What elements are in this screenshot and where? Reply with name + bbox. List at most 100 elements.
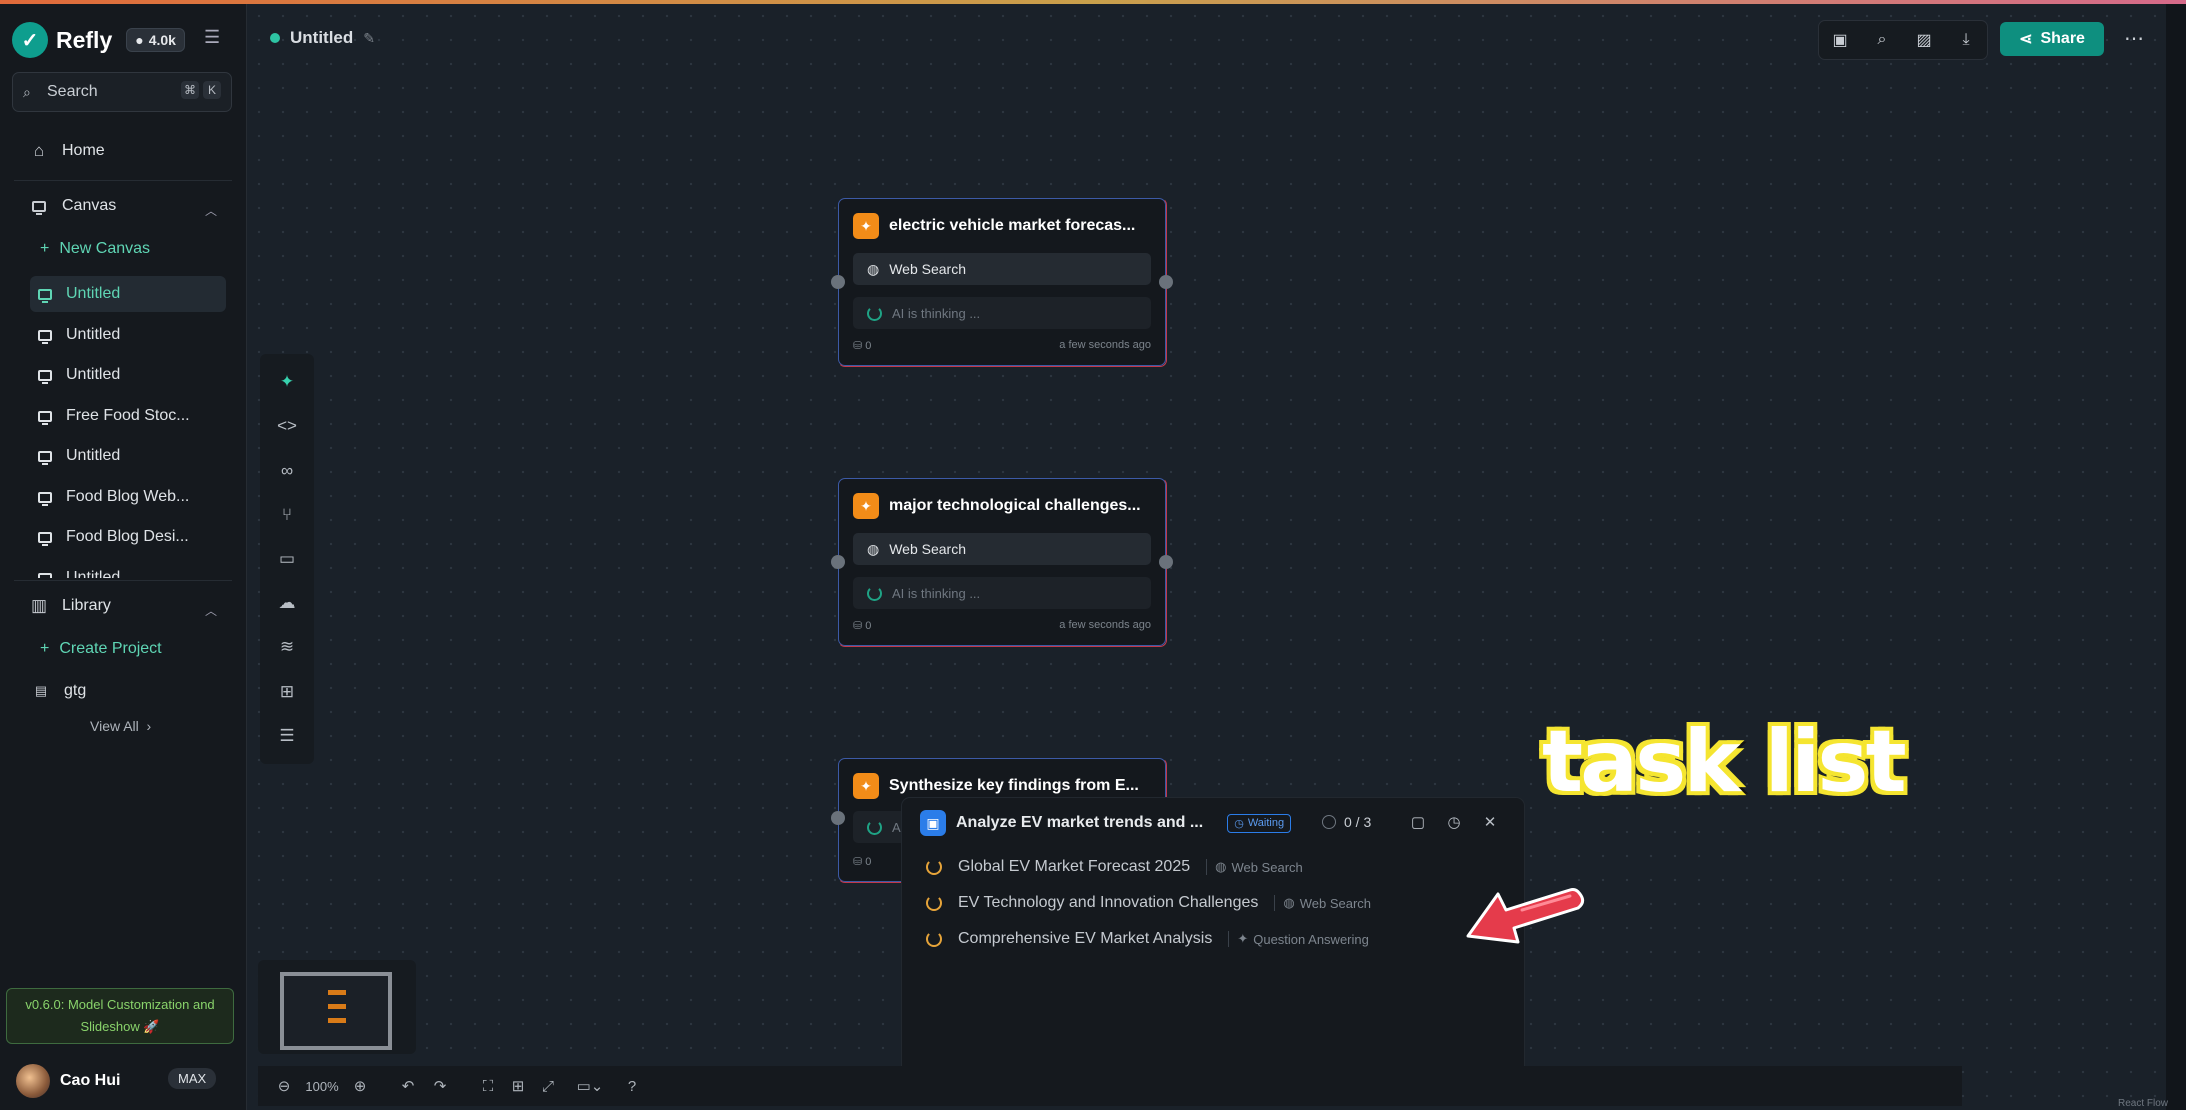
github-stars-badge[interactable]: ● 4.0k bbox=[126, 28, 185, 52]
home-icon: ⌂ bbox=[33, 141, 45, 160]
canvas-item-label: Untitled bbox=[66, 569, 121, 578]
comment-icon[interactable]: ▢ bbox=[1408, 812, 1428, 832]
link-icon[interactable]: ∞ bbox=[275, 459, 299, 483]
node-title: Synthesize key findings from E... bbox=[889, 777, 1139, 794]
canvas-list-item[interactable]: Untitled bbox=[30, 276, 226, 312]
divider bbox=[14, 580, 232, 581]
minimap-viewport[interactable] bbox=[280, 972, 392, 1050]
branch-icon[interactable]: ⑂ bbox=[275, 503, 299, 527]
bot-icon: ▣ bbox=[920, 810, 946, 836]
layout-icon[interactable]: ⊞ bbox=[506, 1074, 530, 1098]
redo-icon[interactable]: ↷ bbox=[428, 1074, 452, 1098]
canvas-list-clip: Untitled bbox=[30, 560, 226, 578]
more-options-icon[interactable]: ⋯ bbox=[2124, 26, 2144, 51]
task-tool: ◍ Web Search bbox=[1206, 859, 1303, 875]
ai-sparkle-icon[interactable]: ✦ bbox=[275, 370, 299, 394]
skill-node-icon: ✦ bbox=[853, 213, 879, 239]
task-list-item[interactable]: Global EV Market Forecast 2025 ◍ Web Sea… bbox=[926, 858, 1303, 876]
skill-node[interactable]: ✦ major technological challenges... ◍ We… bbox=[831, 477, 1173, 647]
project-list-item[interactable]: ▤ gtg bbox=[34, 680, 86, 702]
refly-logo-icon: ✓ bbox=[12, 22, 48, 58]
image-icon[interactable]: ▨ bbox=[1912, 28, 1936, 52]
canvas-list-item[interactable]: Untitled bbox=[30, 438, 226, 474]
status-badge: ◷ Waiting bbox=[1227, 813, 1292, 833]
node-tool-tag: ◍ Web Search bbox=[853, 533, 1151, 565]
share-label: Share bbox=[2040, 30, 2085, 47]
task-tool-label: Web Search bbox=[1231, 859, 1303, 875]
node-handle-left[interactable] bbox=[831, 555, 845, 569]
expand-icon[interactable]: ⤢ bbox=[536, 1074, 560, 1098]
file-add-icon[interactable]: ⊞ bbox=[275, 680, 299, 704]
fit-view-icon[interactable]: ⛶ bbox=[476, 1074, 500, 1098]
sidebar-section-canvas[interactable]: Canvas bbox=[28, 195, 116, 217]
task-list-item[interactable]: Comprehensive EV Market Analysis ✦ Quest… bbox=[926, 930, 1369, 948]
canvas-icon bbox=[28, 195, 50, 217]
loading-spinner-icon bbox=[867, 585, 882, 601]
node-handle-right[interactable] bbox=[1159, 275, 1173, 289]
task-list-item[interactable]: EV Technology and Innovation Challenges … bbox=[926, 894, 1371, 912]
skill-node[interactable]: ✦ electric vehicle market forecas... ◍ W… bbox=[831, 197, 1173, 367]
version-notice[interactable]: v0.6.0: Model Customization and Slidesho… bbox=[6, 988, 234, 1044]
canvas-list-item[interactable]: Free Food Stoc... bbox=[30, 398, 226, 434]
minimap[interactable] bbox=[258, 960, 416, 1054]
canvas-list-item[interactable]: Untitled bbox=[30, 560, 226, 578]
user-name: Cao Hui bbox=[60, 1072, 121, 1089]
undo-icon[interactable]: ↶ bbox=[396, 1074, 420, 1098]
node-handle-left[interactable] bbox=[831, 811, 845, 825]
share-button[interactable]: ⋖ Share bbox=[2000, 22, 2104, 56]
canvas-item-label: Free Food Stoc... bbox=[66, 407, 190, 424]
skill-node-icon: ✦ bbox=[853, 773, 879, 799]
collapse-sidebar-icon[interactable]: ☰ bbox=[204, 28, 222, 46]
sidebar-item-home[interactable]: ⌂ Home bbox=[28, 140, 105, 162]
zoom-in-icon[interactable]: ⊕ bbox=[348, 1074, 372, 1098]
canvas-list-item[interactable]: Food Blog Desi... bbox=[30, 519, 226, 555]
code-icon[interactable]: <> bbox=[275, 414, 299, 438]
presentation-icon[interactable]: ▣ bbox=[1828, 28, 1852, 52]
search-input[interactable]: ⌕ Search ⌘ K bbox=[12, 72, 232, 112]
edit-title-icon[interactable]: ✎ bbox=[363, 30, 375, 47]
user-profile[interactable]: Cao Hui bbox=[16, 1064, 120, 1098]
chevron-up-icon[interactable]: ︿ bbox=[205, 602, 217, 618]
plus-icon: + bbox=[40, 640, 50, 657]
task-tool: ✦ Question Answering bbox=[1228, 931, 1369, 947]
brand[interactable]: ✓ Refly ● 4.0k bbox=[12, 22, 185, 58]
cloud-upload-icon[interactable]: ☁ bbox=[275, 591, 299, 615]
canvas-list-item[interactable]: Food Blog Web... bbox=[30, 479, 226, 515]
canvas-list-item[interactable]: Untitled bbox=[30, 317, 226, 353]
canvas-icon bbox=[38, 531, 52, 546]
close-icon[interactable]: ✕ bbox=[1480, 812, 1500, 832]
sidebar: ✓ Refly ● 4.0k ☰ ⌕ Search ⌘ K ⌂ Home Can… bbox=[0, 4, 247, 1110]
history-icon[interactable]: ◷ bbox=[1444, 812, 1464, 832]
create-project-button[interactable]: + Create Project bbox=[40, 640, 162, 658]
download-icon[interactable]: ⤓ bbox=[1954, 28, 1978, 52]
zoom-level[interactable]: 100% bbox=[302, 1074, 342, 1098]
loading-spinner-icon bbox=[926, 859, 942, 875]
canvas-title-bar: Untitled ✎ bbox=[270, 28, 375, 48]
search-icon[interactable]: ⌕ bbox=[1870, 28, 1894, 52]
loading-spinner-icon bbox=[926, 931, 942, 947]
help-icon[interactable]: ? bbox=[620, 1074, 644, 1098]
zoom-out-icon[interactable]: ⊖ bbox=[272, 1074, 296, 1098]
web-search-icon: ◍ bbox=[1283, 895, 1295, 910]
chevron-up-icon[interactable]: ︿ bbox=[205, 202, 217, 218]
view-all-link[interactable]: View All › bbox=[90, 718, 151, 734]
top-toolbar: ▣ ⌕ ▨ ⤓ bbox=[1818, 20, 1988, 60]
new-canvas-button[interactable]: + New Canvas bbox=[40, 240, 150, 258]
react-flow-attribution[interactable]: React Flow bbox=[2118, 1098, 2168, 1109]
canvas-list-item[interactable]: Untitled bbox=[30, 357, 226, 393]
task-progress-label: 0 / 3 bbox=[1344, 814, 1372, 830]
canvas-title[interactable]: Untitled bbox=[290, 28, 353, 48]
node-count: 0 bbox=[865, 620, 872, 632]
sidebar-section-library[interactable]: ▥ Library bbox=[28, 595, 111, 617]
node-handle-right[interactable] bbox=[1159, 555, 1173, 569]
database-icon: ⛁ bbox=[853, 620, 863, 632]
skill-node-icon: ✦ bbox=[853, 493, 879, 519]
mode-select-icon[interactable]: ▭⌄ bbox=[570, 1074, 610, 1098]
task-title: Global EV Market Forecast 2025 bbox=[958, 858, 1191, 875]
layers-icon[interactable]: ≋ bbox=[275, 635, 299, 659]
plan-badge: MAX bbox=[168, 1068, 217, 1089]
document-icon[interactable]: ▭ bbox=[275, 547, 299, 571]
database-icon: ⛁ bbox=[853, 856, 863, 868]
node-handle-left[interactable] bbox=[831, 275, 845, 289]
file-text-icon[interactable]: ☰ bbox=[275, 724, 299, 748]
